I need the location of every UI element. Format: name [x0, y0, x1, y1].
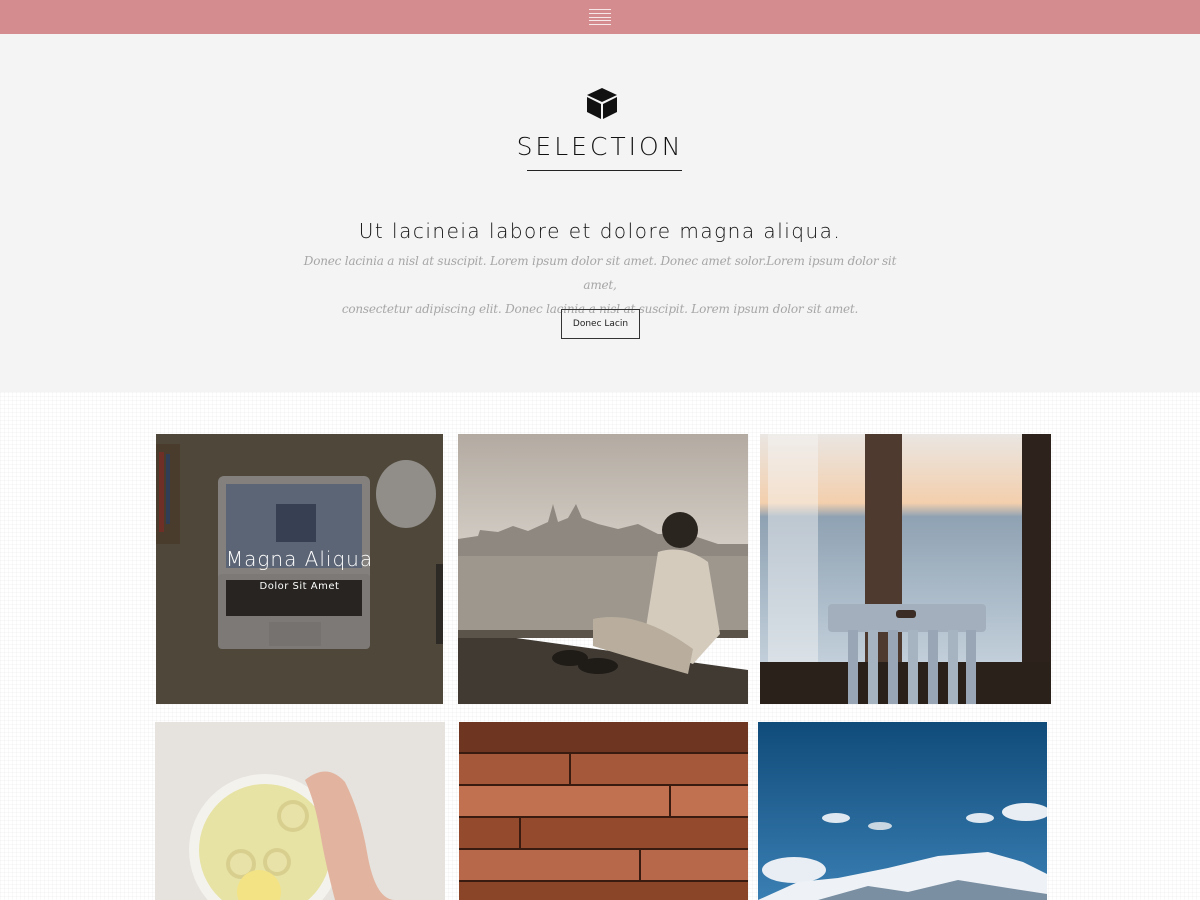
tile-overlay: Magna Aliqua Dolor Sit Amet: [156, 434, 443, 704]
hamburger-menu-icon[interactable]: [589, 9, 611, 25]
mountain-sky-photo: [758, 722, 1047, 900]
gallery-tile-sea[interactable]: [458, 434, 748, 704]
gallery-tile-mountain[interactable]: [758, 722, 1047, 900]
cube-icon: [587, 88, 617, 119]
hero-section: SELECTION Ut lacineia labore et dolore m…: [0, 34, 1200, 392]
lemon-tea-photo: [155, 722, 445, 900]
gallery-tile-wood[interactable]: [459, 722, 748, 900]
section-title: SELECTION: [516, 132, 684, 161]
tile-title: Magna Aliqua: [225, 546, 374, 571]
chair-window-photo: [760, 434, 1051, 704]
title-underline: [527, 170, 682, 171]
gallery-tile-laptop[interactable]: Magna Aliqua Dolor Sit Amet: [156, 434, 443, 704]
gallery-tile-chair[interactable]: [760, 434, 1051, 704]
gallery-tile-tea[interactable]: [155, 722, 445, 900]
donec-lacin-button[interactable]: Donec Lacin: [561, 309, 640, 339]
hero-description-line: Donec lacinia a nisl at suscipit. Lorem …: [303, 254, 897, 292]
top-bar: [0, 0, 1200, 34]
tile-subtitle: Dolor Sit Amet: [259, 580, 340, 592]
man-by-sea-photo: [458, 434, 748, 704]
wood-planks-photo: [459, 722, 748, 900]
hero-headline: Ut lacineia labore et dolore magna aliqu…: [358, 219, 842, 243]
